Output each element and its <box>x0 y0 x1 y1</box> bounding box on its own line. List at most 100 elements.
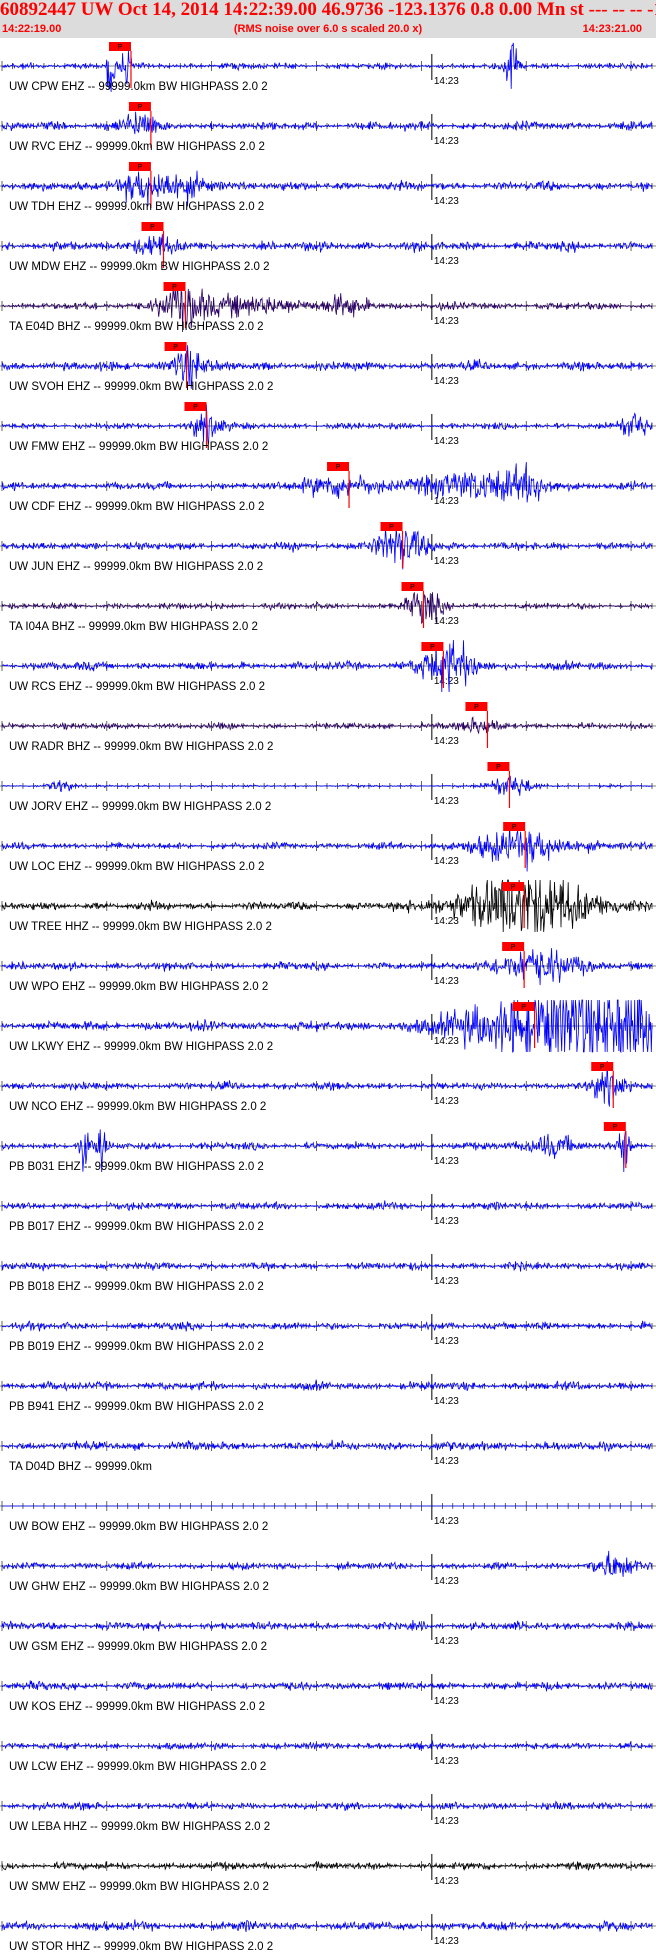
minute-tick-label: 14:23 <box>434 1516 459 1527</box>
station-label: UW JORV EHZ -- 99999.0km BW HIGHPASS 2.0… <box>9 801 271 813</box>
waveform <box>1 1320 653 1332</box>
station-label: PB B018 EHZ -- 99999.0km BW HIGHPASS 2.0… <box>9 1281 264 1293</box>
station-label: UW RVC EHZ -- 99999.0km BW HIGHPASS 2.0 … <box>9 141 265 153</box>
station-label: UW NCO EHZ -- 99999.0km BW HIGHPASS 2.0 … <box>9 1101 266 1113</box>
end-time-label: 14:23:21.00 <box>582 23 642 35</box>
waveform <box>1 1919 653 1933</box>
station-label: TA I04A BHZ -- 99999.0km BW HIGHPASS 2.0… <box>9 621 258 633</box>
station-label: PB B941 EHZ -- 99999.0km BW HIGHPASS 2.0… <box>9 1401 264 1413</box>
minute-tick-label: 14:23 <box>434 436 459 447</box>
minute-tick-label: 14:23 <box>434 976 459 987</box>
pick-label: P <box>511 884 516 891</box>
station-label: PB B017 EHZ -- 99999.0km BW HIGHPASS 2.0… <box>9 1221 264 1233</box>
minute-tick-label: 14:23 <box>434 1816 459 1827</box>
trace: 14:23 P UW MDW EHZ -- 99999.0km BW HIGHPAS… <box>0 222 656 273</box>
minute-tick-label: 14:23 <box>434 1456 459 1467</box>
trace: 14:23 P PB B031 EHZ -- 99999.0km BW HIGHPA… <box>0 1122 656 1173</box>
minute-tick-label: 14:23 <box>434 856 459 867</box>
event-title: 60892447 UW Oct 14, 2014 14:22:39.00 46.… <box>0 0 656 20</box>
minute-tick-label: 14:23 <box>434 316 459 327</box>
trace: 14:23 P UW NCO EHZ -- 99999.0km BW HIGHPAS… <box>0 1060 656 1113</box>
station-label: UW FMW EHZ -- 99999.0km BW HIGHPASS 2.0 … <box>9 441 268 453</box>
pick-label: P <box>600 1064 605 1071</box>
trace: 14:23 PB B019 EHZ -- 99999.0km BW HIGHPAS… <box>0 1314 656 1353</box>
pick-label: P <box>172 284 177 291</box>
minute-tick-label: 14:23 <box>434 1876 459 1887</box>
pick-label: P <box>612 1124 617 1131</box>
trace: 14:23 P UW RVC EHZ -- 99999.0km BW HIGHPAS… <box>0 102 656 153</box>
trace: 14:23 P UW CPW EHZ -- 99999.0km BW HIGHPAS… <box>0 42 656 93</box>
minute-tick-label: 14:23 <box>434 736 459 747</box>
minute-tick-label: 14:23 <box>434 616 459 627</box>
pick-label: P <box>336 464 341 471</box>
station-label: UW MDW EHZ -- 99999.0km BW HIGHPASS 2.0 … <box>9 261 270 273</box>
station-label: UW JUN EHZ -- 99999.0km BW HIGHPASS 2.0 … <box>9 561 263 573</box>
station-label: PB B031 EHZ -- 99999.0km BW HIGHPASS 2.0… <box>9 1161 264 1173</box>
station-label: UW LKWY EHZ -- 99999.0km BW HIGHPASS 2.0… <box>9 1041 273 1053</box>
station-label: UW SMW EHZ -- 99999.0km BW HIGHPASS 2.0 … <box>9 1881 269 1893</box>
trace: 14:23 P UW RCS EHZ -- 99999.0km BW HIGHPAS… <box>0 639 656 693</box>
station-label: UW STOR HHZ -- 99999.0km BW HIGHPASS 2.0… <box>9 1941 273 1953</box>
minute-tick-label: 14:23 <box>434 1336 459 1347</box>
station-label: PB B019 EHZ -- 99999.0km BW HIGHPASS 2.0… <box>9 1341 264 1353</box>
station-label: UW RCS EHZ -- 99999.0km BW HIGHPASS 2.0 … <box>9 681 265 693</box>
minute-tick-label: 14:23 <box>434 1216 459 1227</box>
minute-tick-label: 14:23 <box>434 1036 459 1047</box>
station-label: UW CPW EHZ -- 99999.0km BW HIGHPASS 2.0 … <box>9 81 268 93</box>
pick-label: P <box>193 404 198 411</box>
pick-label: P <box>430 644 435 651</box>
trace: 14:23 UW STOR HHZ -- 99999.0km BW HIGHPAS… <box>0 1914 656 1953</box>
waveform <box>1 461 653 503</box>
waveform <box>1 948 653 986</box>
minute-tick-label: 14:23 <box>434 1276 459 1287</box>
station-label: UW SVOH EHZ -- 99999.0km BW HIGHPASS 2.0… <box>9 381 273 393</box>
pick-label: P <box>118 44 123 51</box>
pick-label: P <box>521 1004 526 1011</box>
pick-label: P <box>138 164 143 171</box>
station-label: UW LOC EHZ -- 99999.0km BW HIGHPASS 2.0 … <box>9 861 264 873</box>
minute-tick-label: 14:23 <box>434 916 459 927</box>
minute-tick-label: 14:23 <box>434 796 459 807</box>
trace: 14:23 P UW SVOH EHZ -- 99999.0km BW HIGHPA… <box>0 342 656 393</box>
minute-tick-label: 14:23 <box>434 1396 459 1407</box>
pick-label: P <box>474 704 479 711</box>
pick-label: P <box>496 764 501 771</box>
station-label: TA E04D BHZ -- 99999.0km BW HIGHPASS 2.0… <box>9 321 264 333</box>
trace: 14:23 P UW JUN EHZ -- 99999.0km BW HIGHPAS… <box>0 522 656 573</box>
trace: 14:23 PB B941 EHZ -- 99999.0km BW HIGHPAS… <box>0 1374 656 1413</box>
trace: 14:23 P UW RADR BHZ -- 99999.0km BW HIGHPA… <box>0 702 656 753</box>
trace: 14:23 P TA E04D BHZ -- 99999.0km BW HIGHPA… <box>0 282 656 333</box>
station-label: UW TDH EHZ -- 99999.0km BW HIGHPASS 2.0 … <box>9 201 264 213</box>
minute-tick-label: 14:23 <box>434 256 459 267</box>
pick-label: P <box>138 104 143 111</box>
station-label: UW GHW EHZ -- 99999.0km BW HIGHPASS 2.0 … <box>9 1581 269 1593</box>
station-label: UW BOW EHZ -- 99999.0km BW HIGHPASS 2.0 … <box>9 1521 268 1533</box>
minute-tick-label: 14:23 <box>434 376 459 387</box>
trace: 14:23 P TA I04A BHZ -- 99999.0km BW HIGHPA… <box>0 582 656 633</box>
plot-header: 60892447 UW Oct 14, 2014 14:22:39.00 46.… <box>0 0 656 38</box>
pick-label: P <box>410 584 415 591</box>
trace: 14:23 PB B017 EHZ -- 99999.0km BW HIGHPAS… <box>0 1194 656 1233</box>
minute-tick-label: 14:23 <box>434 676 459 687</box>
trace: 14:23 P UW FMW EHZ -- 99999.0km BW HIGHPAS… <box>0 402 656 453</box>
pick-label: P <box>150 224 155 231</box>
minute-tick-label: 14:23 <box>434 136 459 147</box>
station-label: UW CDF EHZ -- 99999.0km BW HIGHPASS 2.0 … <box>9 501 264 513</box>
trace: 14:23 P UW WPO EHZ -- 99999.0km BW HIGHPAS… <box>0 942 656 993</box>
pick-label: P <box>512 824 517 831</box>
trace: 14:23 UW GSM EHZ -- 99999.0km BW HIGHPASS… <box>0 1614 656 1653</box>
trace: 14:23 UW GHW EHZ -- 99999.0km BW HIGHPASS… <box>0 1550 656 1593</box>
trace: 14:23PUW CDF EHZ -- 99999.0km BW HIGHPAS… <box>0 461 656 513</box>
minute-tick-label: 14:23 <box>434 1756 459 1767</box>
station-label: UW WPO EHZ -- 99999.0km BW HIGHPASS 2.0 … <box>9 981 268 993</box>
minute-tick-label: 14:23 <box>434 556 459 567</box>
minute-tick-label: 14:23 <box>434 1936 459 1947</box>
trace: 14:23 UW LEBA HHZ -- 99999.0km BW HIGHPAS… <box>0 1794 656 1833</box>
station-label: UW TREE HHZ -- 99999.0km BW HIGHPASS 2.0… <box>9 921 272 933</box>
minute-tick-label: 14:23 <box>434 76 459 87</box>
waveform <box>1 716 653 735</box>
trace: 14:23 P UW LOC EHZ -- 99999.0km BW HIGHPAS… <box>0 822 656 873</box>
trace: 14:23 TA D04D BHZ -- 99999.0km <box>0 1434 656 1473</box>
trace: 14:23 P UW TDH EHZ -- 99999.0km BW HIGHPAS… <box>0 162 656 213</box>
trace: 14:23 UW SMW EHZ -- 99999.0km BW HIGHPASS… <box>0 1854 656 1893</box>
